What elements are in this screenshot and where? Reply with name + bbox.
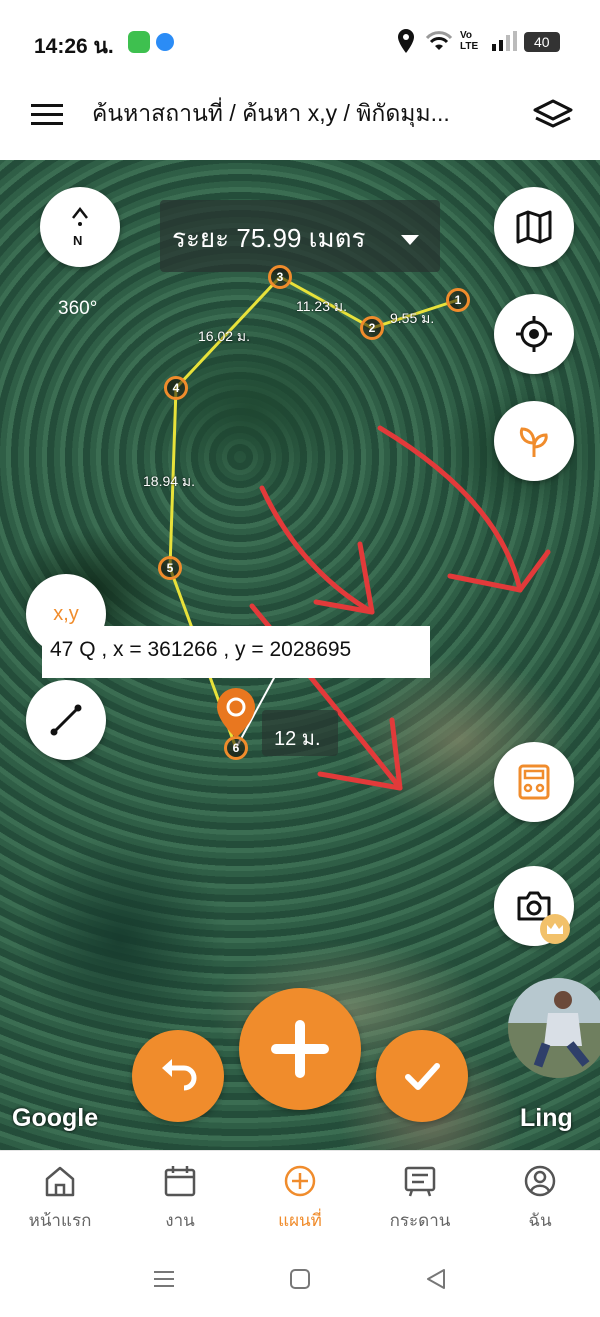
crown-icon — [547, 923, 563, 934]
nav-label: กระดาน — [389, 1211, 451, 1230]
page-title[interactable]: ค้นหาสถานที่ / ค้นหา x,y / พิกัดมุม... — [92, 96, 450, 132]
undo-button[interactable] — [132, 1030, 224, 1122]
back-icon[interactable] — [424, 1268, 448, 1290]
scale-text: 12 ม. — [274, 728, 321, 750]
signal-icon — [492, 31, 517, 51]
sprout-icon — [519, 427, 548, 457]
route-vertex[interactable]: 4 — [164, 376, 188, 400]
route-vertex[interactable]: 1 — [446, 288, 470, 312]
nav-item-board[interactable]: กระดาน — [360, 1151, 480, 1241]
scale-pill: 12 ม. — [262, 710, 338, 756]
battery-level: 40 — [534, 34, 550, 50]
compass-button[interactable]: N — [40, 187, 120, 267]
check-icon — [405, 1063, 440, 1090]
distance-pill[interactable]: ระยะ 75.99 เมตร — [160, 200, 440, 272]
calculator-icon — [518, 764, 550, 800]
location-pin-icon[interactable] — [214, 686, 258, 740]
calculator-button[interactable] — [494, 742, 574, 822]
add-circle-icon — [284, 1165, 316, 1197]
route-vertex[interactable]: 2 — [360, 316, 384, 340]
status-bar: 14:26 น. Vo LTE 40 — [0, 0, 600, 80]
confirm-button[interactable] — [376, 1030, 468, 1122]
home-button-icon[interactable] — [288, 1268, 312, 1290]
avatar[interactable] — [508, 978, 600, 1078]
chevron-down-icon — [401, 235, 419, 245]
crown-badge — [540, 914, 570, 944]
undo-icon — [162, 1059, 197, 1091]
battery-icon: 40 — [524, 32, 560, 52]
recent-apps-icon[interactable] — [152, 1268, 176, 1290]
distance-text: ระยะ 75.99 เมตร — [172, 223, 366, 253]
nav-label: ฉัน — [528, 1211, 552, 1230]
segment-label: 9.55 ม. — [390, 310, 435, 326]
system-nav-bar — [0, 1240, 600, 1317]
map-icon — [516, 210, 552, 244]
compass-label: N — [73, 233, 83, 248]
xy-button-label: x,y — [53, 602, 79, 625]
plus-icon — [271, 1020, 329, 1078]
bottom-nav: หน้าแรก งาน แผนที่ กระดาน ฉัน — [0, 1150, 600, 1240]
google-logo: Google — [12, 1104, 99, 1132]
route-vertex[interactable]: 5 — [158, 556, 182, 580]
rotation-label: 360° — [58, 298, 98, 319]
crosshair-icon — [516, 316, 552, 352]
route-vertex[interactable]: 3 — [268, 265, 292, 289]
messenger-app-icon — [156, 33, 174, 51]
avatar-photo — [508, 978, 600, 1078]
segment-label: 18.94 ม. — [143, 473, 196, 489]
segment-label: 11.23 ม. — [296, 298, 348, 314]
board-icon — [404, 1166, 436, 1197]
menu-icon[interactable] — [30, 102, 64, 128]
add-point-button[interactable] — [239, 988, 361, 1110]
north-arrow-icon — [72, 206, 88, 226]
layers-icon[interactable] — [532, 98, 574, 132]
wifi-icon — [425, 31, 453, 50]
map-type-button[interactable] — [494, 187, 574, 267]
nav-label: แผนที่ — [278, 1211, 322, 1230]
segment-label: 16.02 ม. — [198, 328, 251, 344]
home-icon — [45, 1166, 75, 1197]
nav-item-map[interactable]: แผนที่ — [240, 1151, 360, 1241]
nav-item-home[interactable]: หน้าแรก — [0, 1151, 120, 1241]
line-app-icon — [128, 31, 150, 53]
location-icon — [398, 29, 414, 53]
nav-label: หน้าแรก — [28, 1211, 92, 1230]
nav-label: งาน — [165, 1211, 195, 1230]
network-label: Vo LTE — [460, 30, 479, 52]
nav-item-tasks[interactable]: งาน — [120, 1151, 240, 1241]
line-measure-icon — [50, 704, 82, 736]
coordinate-text: 47 Q , x = 361266 , y = 2028695 — [50, 638, 352, 661]
status-time: 14:26 น. — [34, 35, 114, 58]
my-location-button[interactable] — [494, 294, 574, 374]
user-name: Ling — [520, 1104, 573, 1132]
coordinate-readout: 47 Q , x = 361266 , y = 2028695 — [42, 626, 430, 678]
nav-item-me[interactable]: ฉัน — [480, 1151, 600, 1241]
user-circle-icon — [524, 1165, 556, 1197]
calendar-icon — [164, 1166, 196, 1197]
satellite-map[interactable]: N 360° ระยะ 75.99 เมตร 9.55 ม. 11.23 ม. … — [0, 160, 600, 1150]
plant-button[interactable] — [494, 401, 574, 481]
measure-line-button[interactable] — [26, 680, 106, 760]
